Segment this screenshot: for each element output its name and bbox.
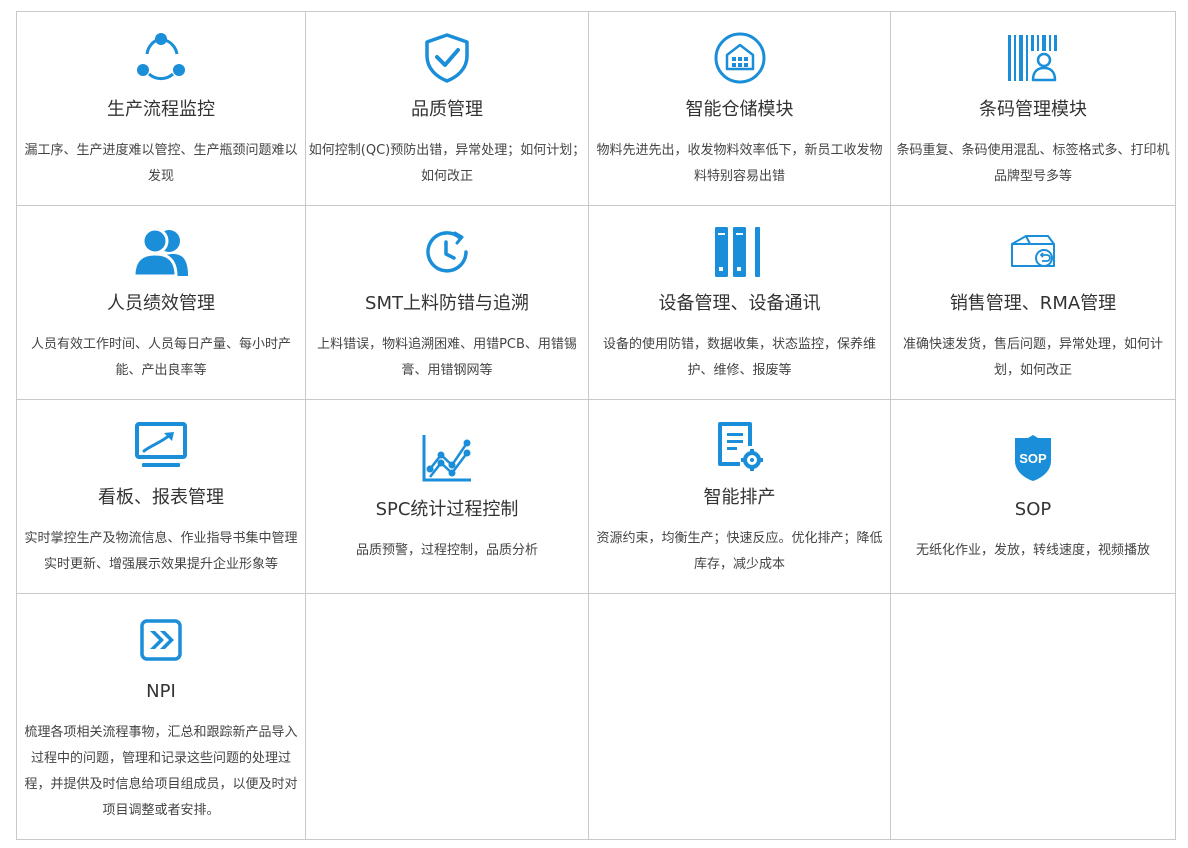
share-network-icon xyxy=(131,30,191,86)
module-title: NPI xyxy=(146,681,176,702)
module-description: 上料错误，物料追溯困难、用错PCB、用错锡膏、用错钢网等 xyxy=(317,337,577,378)
sop-badge-text: SOP xyxy=(1019,451,1047,466)
module-description: 实时掌控生产及物流信息、作业指导书集中管理实时更新、增强展示效果提升企业形象等 xyxy=(24,531,298,572)
module-card[interactable]: 销售管理、RMA管理 准确快速发货，售后问题，异常处理，如何计划，如何改正 xyxy=(891,206,1176,400)
box-return-icon xyxy=(1003,224,1063,280)
document-gear-icon xyxy=(710,418,770,474)
empty-cell xyxy=(306,594,589,840)
module-card[interactable]: 设备管理、设备通讯 设备的使用防错，数据收集，状态监控，保养维护、维修、报废等 xyxy=(589,206,891,400)
module-card[interactable]: 条码管理模块 条码重复、条码使用混乱、标签格式多、打印机品牌型号多等 xyxy=(891,12,1176,206)
module-card[interactable]: SPC统计过程控制 品质预警，过程控制，品质分析 xyxy=(306,400,589,594)
users-icon xyxy=(131,224,191,280)
line-chart-icon xyxy=(417,430,477,486)
module-description: 漏工序、生产进度难以管控、生产瓶颈问题难以发现 xyxy=(24,143,298,184)
module-card[interactable]: 品质管理 如何控制(QC)预防出错，异常处理；如何计划；如何改正 xyxy=(306,12,589,206)
module-title: 生产流程监控 xyxy=(107,99,215,120)
module-card[interactable]: 智能排产 资源约束，均衡生产；快速反应。优化排产；降低库存，减少成本 xyxy=(589,400,891,594)
module-title: 人员绩效管理 xyxy=(107,293,215,314)
module-title: SMT上料防错与追溯 xyxy=(365,293,529,314)
module-card[interactable]: 生产流程监控 漏工序、生产进度难以管控、生产瓶颈问题难以发现 xyxy=(17,12,306,206)
shield-check-icon xyxy=(417,30,477,86)
monitor-trend-icon xyxy=(131,418,191,474)
forward-arrows-icon xyxy=(131,612,191,668)
module-description: 条码重复、条码使用混乱、标签格式多、打印机品牌型号多等 xyxy=(896,143,1170,184)
empty-cell xyxy=(589,594,891,840)
module-title: 看板、报表管理 xyxy=(98,487,224,508)
module-title: SOP xyxy=(1014,498,1052,520)
module-card[interactable]: NPI 梳理各项相关流程事物，汇总和跟踪新产品导入过程中的问题，管理和记录这些问… xyxy=(17,594,306,840)
module-title: 智能排产 xyxy=(703,487,776,508)
module-card[interactable]: SMT上料防错与追溯 上料错误，物料追溯困难、用错PCB、用错锡膏、用错钢网等 xyxy=(306,206,589,400)
server-rack-icon xyxy=(710,224,770,280)
barcode-user-icon xyxy=(1003,30,1063,86)
module-title: 销售管理、RMA管理 xyxy=(949,293,1117,314)
module-title: 智能仓储模块 xyxy=(685,99,794,120)
module-title: SPC统计过程控制 xyxy=(375,498,519,520)
module-description: 设备的使用防错，数据收集，状态监控，保养维护、维修、报废等 xyxy=(602,337,876,378)
module-card[interactable]: 人员绩效管理 人员有效工作时间、人员每日产量、每小时产能、产出良率等 xyxy=(17,206,306,400)
module-description: 资源约束，均衡生产；快速反应。优化排产；降低库存，减少成本 xyxy=(596,531,883,572)
module-card[interactable]: 智能仓储模块 物料先进先出，收发物料效率低下，新员工收发物料特别容易出错 xyxy=(589,12,891,206)
module-description: 梳理各项相关流程事物，汇总和跟踪新产品导入过程中的问题，管理和记录这些问题的处理… xyxy=(24,725,298,818)
module-description: 如何控制(QC)预防出错，异常处理；如何计划；如何改正 xyxy=(308,143,586,184)
sop-shield-icon: SOP xyxy=(1003,430,1063,486)
module-card[interactable]: 看板、报表管理 实时掌控生产及物流信息、作业指导书集中管理实时更新、增强展示效果… xyxy=(17,400,306,594)
module-title: 品质管理 xyxy=(411,99,483,120)
module-description: 人员有效工作时间、人员每日产量、每小时产能、产出良率等 xyxy=(30,337,291,378)
module-description: 准确快速发货，售后问题，异常处理，如何计划，如何改正 xyxy=(902,337,1163,378)
warehouse-icon xyxy=(710,30,770,86)
clock-icon xyxy=(417,224,477,280)
module-grid: 生产流程监控 漏工序、生产进度难以管控、生产瓶颈问题难以发现 品质管理 如何控制… xyxy=(16,11,1176,840)
empty-cell xyxy=(891,594,1176,840)
module-title: 条码管理模块 xyxy=(979,99,1087,120)
module-title: 设备管理、设备通讯 xyxy=(658,293,821,314)
module-description: 无纸化作业，发放，转线速度，视频播放 xyxy=(915,542,1150,558)
module-card[interactable]: SOP SOP 无纸化作业，发放，转线速度，视频播放 xyxy=(891,400,1176,594)
module-description: 物料先进先出，收发物料效率低下，新员工收发物料特别容易出错 xyxy=(596,143,883,184)
module-description: 品质预警，过程控制，品质分析 xyxy=(355,542,538,558)
